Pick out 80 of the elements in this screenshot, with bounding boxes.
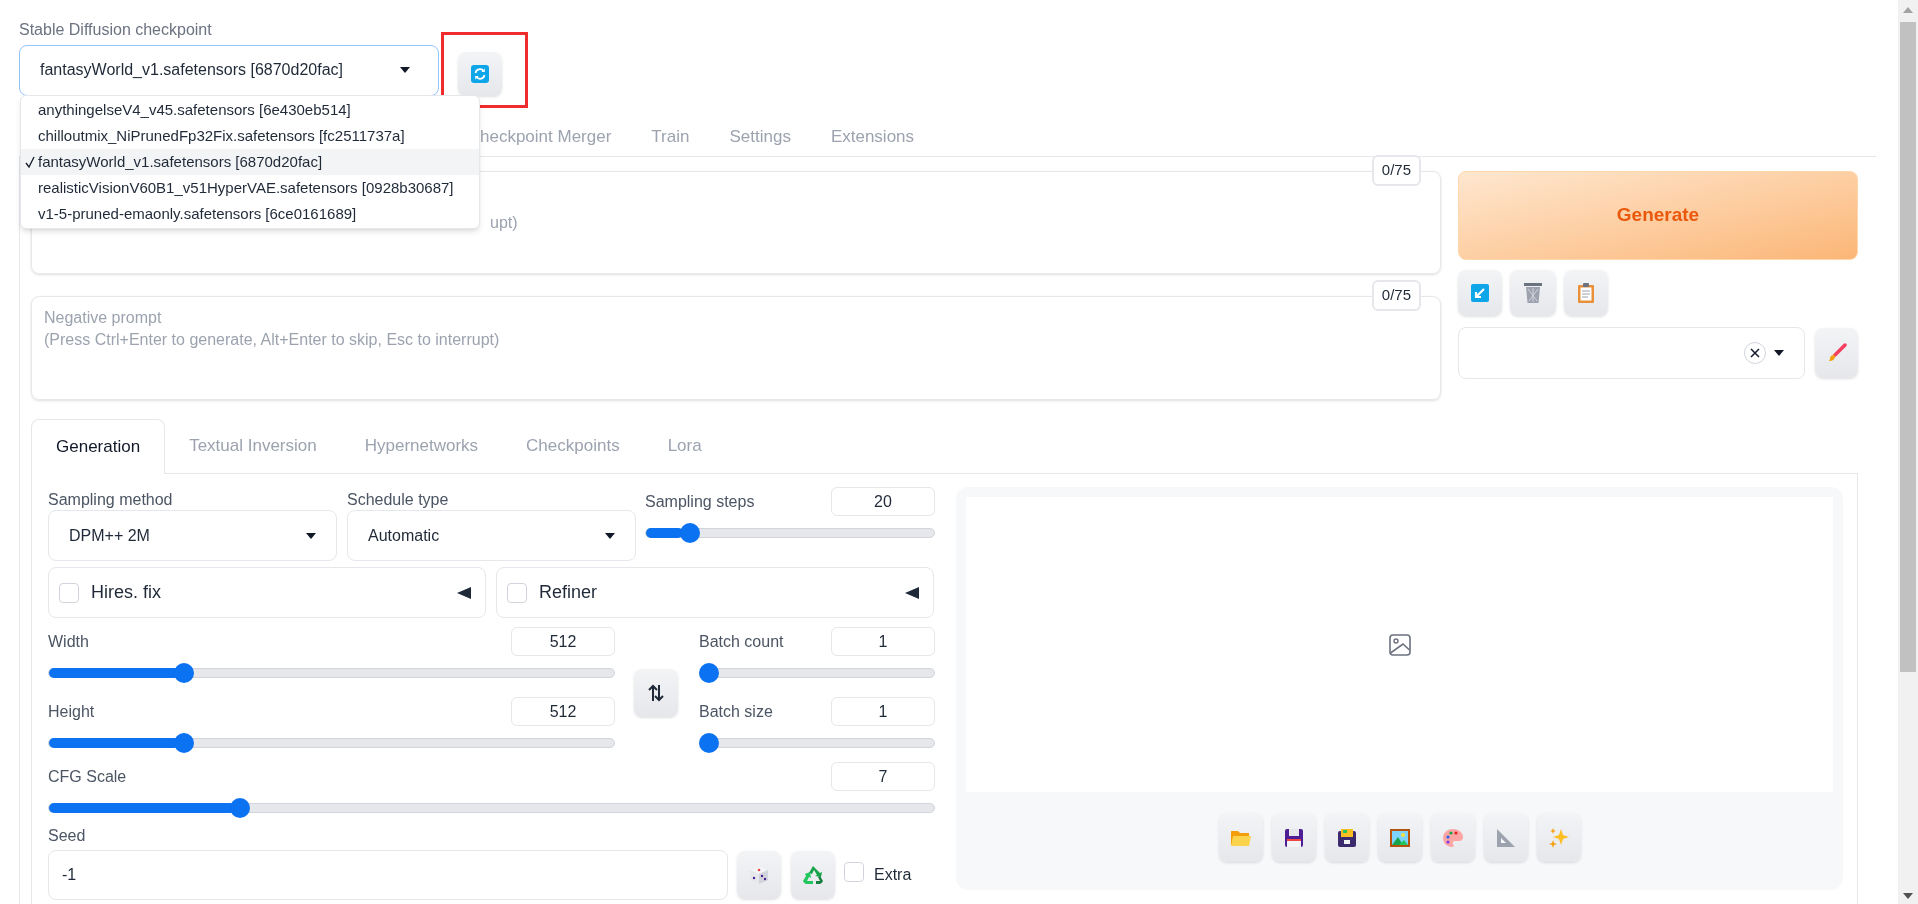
number-field[interactable]: 7 [831, 762, 935, 791]
slider[interactable] [699, 733, 935, 753]
send-to-prompt-button[interactable] [1458, 270, 1502, 316]
save-button[interactable] [1271, 813, 1316, 862]
slider[interactable] [48, 733, 615, 753]
refresh-button[interactable] [458, 52, 502, 96]
field-label: Schedule type [347, 490, 449, 510]
field-label: Width [48, 631, 89, 652]
recycle-icon [802, 865, 824, 885]
accordion[interactable]: Refiner [496, 567, 934, 618]
placeholder-text: upt) [490, 214, 518, 231]
number-field[interactable]: 512 [511, 627, 615, 656]
paste-button[interactable] [1564, 270, 1608, 316]
clipboard-icon [1577, 282, 1595, 304]
number-field[interactable]: 512 [511, 697, 615, 726]
send-to-img2img-button[interactable] [1377, 813, 1422, 862]
dropdown-option[interactable]: anythingelseV4_v45.safetensors [6e430eb514] [21, 97, 479, 123]
checkbox-label: Extra [874, 865, 912, 885]
slider-thumb[interactable] [680, 523, 701, 543]
clear-button[interactable] [1510, 270, 1556, 316]
triangle-ruler-icon [1495, 827, 1516, 848]
field-label: Batch size [699, 701, 773, 722]
slider[interactable] [48, 798, 935, 818]
caret-icon [605, 532, 615, 539]
field-label: Sampling steps [645, 491, 755, 512]
accordion-label: Hires. fix [91, 581, 162, 604]
slider[interactable] [645, 523, 935, 543]
swap-button[interactable] [634, 669, 678, 717]
accordion-label: Refiner [539, 581, 599, 604]
checkpoint-dropdown[interactable]: fantasyWorld_v1.safetensors [6870d20fac] [19, 44, 439, 96]
dropdown[interactable]: Automatic [347, 510, 636, 561]
reuse-seed-button[interactable] [791, 851, 835, 899]
caret-icon [306, 532, 316, 539]
framed-picture-icon [1388, 827, 1411, 848]
scroll-down-icon[interactable] [1903, 893, 1913, 899]
number-field[interactable]: 1 [831, 697, 935, 726]
collapse-icon [905, 586, 919, 599]
slider-thumb[interactable] [699, 733, 719, 753]
send-to-inpaint-button[interactable] [1430, 813, 1475, 862]
field-label: Stable Diffusion checkpoint [19, 20, 213, 40]
field-label: CFG Scale [48, 766, 127, 787]
folder-icon [1229, 828, 1252, 847]
number-field[interactable]: 20 [831, 487, 935, 516]
send-to-extras-button[interactable] [1483, 813, 1528, 862]
checkbox[interactable] [844, 861, 864, 882]
accordion[interactable]: Hires. fix [48, 567, 486, 618]
dropdown-option[interactable]: fantasyWorld_v1.safetensors [6870d20fac] [21, 149, 479, 175]
swap-icon [648, 684, 664, 702]
token-counter: 0/75 [1371, 280, 1421, 311]
caret-icon [400, 67, 410, 73]
field-label: Seed [48, 826, 87, 846]
refresh-icon [471, 65, 489, 83]
checkbox[interactable] [507, 582, 527, 603]
palette-icon [1441, 827, 1464, 848]
number-field[interactable]: 1 [831, 627, 935, 656]
slider-thumb[interactable] [230, 798, 251, 818]
slider[interactable] [699, 663, 935, 683]
tab[interactable]: Generation [31, 419, 166, 474]
slider[interactable] [48, 663, 615, 683]
image-icon [1388, 633, 1411, 656]
check-icon [24, 156, 35, 168]
caret-icon [1774, 350, 1784, 356]
slider-thumb[interactable] [173, 663, 194, 683]
token-counter: 0/75 [1371, 155, 1421, 186]
field-label: Batch count [699, 631, 784, 652]
edit-styles-button[interactable] [1815, 328, 1858, 378]
field-label: Sampling method [48, 490, 173, 510]
trash-icon [1523, 282, 1543, 304]
checkbox[interactable] [59, 582, 79, 603]
collapse-icon [457, 586, 471, 599]
slider-thumb[interactable] [173, 733, 194, 753]
paintbrush-icon [1826, 343, 1847, 363]
scrollbar[interactable] [1898, 0, 1918, 904]
seed-field[interactable]: -1 [48, 850, 728, 900]
slider-thumb[interactable] [699, 663, 719, 683]
dice-icon [749, 865, 769, 885]
dropdown[interactable]: DPM++ 2M [48, 510, 337, 561]
field-label: Height [48, 701, 95, 722]
save-zip-button[interactable] [1324, 813, 1369, 862]
arrow-icon [1471, 284, 1489, 302]
